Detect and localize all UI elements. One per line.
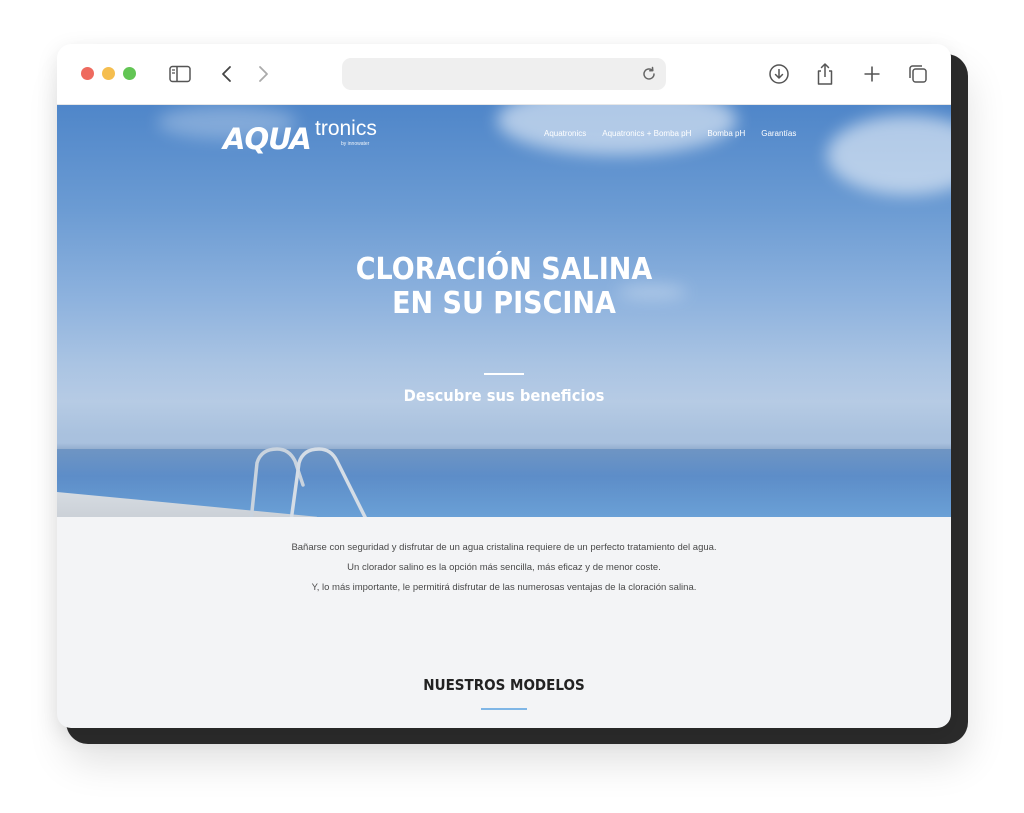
intro-paragraph: Bañarse con seguridad y disfrutar de un … (291, 542, 717, 553)
intro-paragraph: Un clorador salino es la opción más senc… (347, 562, 661, 573)
hero-banner: AQUA tronics by innowater Aquatronics Aq… (57, 105, 951, 517)
section-divider (481, 708, 527, 710)
browser-toolbar (57, 44, 951, 105)
section-title-models: NUESTROS MODELOS (423, 676, 585, 694)
cloud-shape (827, 115, 951, 195)
nav-link-aquatronics-bomba-ph[interactable]: Aquatronics + Bomba pH (602, 129, 691, 138)
hero-title: CLORACIÓN SALINA EN SU PISCINA (102, 253, 907, 321)
intro-text-block: Bañarse con seguridad y disfrutar de un … (57, 538, 951, 598)
address-bar[interactable] (342, 58, 666, 90)
nav-link-aquatronics[interactable]: Aquatronics (544, 129, 586, 138)
tabs-overview-icon[interactable] (905, 61, 931, 87)
screenshot-stage: AQUA tronics by innowater Aquatronics Aq… (0, 0, 1024, 813)
nav-link-garantias[interactable]: Garantías (761, 129, 796, 138)
pool-ladder-image (249, 447, 367, 517)
minimize-window-button[interactable] (102, 67, 115, 80)
close-window-button[interactable] (81, 67, 94, 80)
browser-window: AQUA tronics by innowater Aquatronics Aq… (57, 44, 951, 728)
reload-icon[interactable] (640, 65, 658, 83)
main-navigation: Aquatronics Aquatronics + Bomba pH Bomba… (544, 129, 796, 138)
zoom-window-button[interactable] (123, 67, 136, 80)
logo-primary-text: AQUA (223, 122, 312, 156)
logo-secondary-text: tronics (315, 117, 377, 140)
logo-tagline: by innowater (341, 141, 370, 147)
download-icon[interactable] (766, 61, 792, 87)
forward-icon[interactable] (250, 61, 276, 87)
share-icon[interactable] (812, 61, 838, 87)
sidebar-icon[interactable] (167, 61, 193, 87)
nav-link-bomba-ph[interactable]: Bomba pH (707, 129, 745, 138)
hero-divider (484, 373, 524, 375)
back-icon[interactable] (214, 61, 240, 87)
intro-paragraph: Y, lo más importante, le permitirá disfr… (311, 582, 697, 593)
hero-title-line-1: CLORACIÓN SALINA (355, 252, 653, 287)
new-tab-icon[interactable] (859, 61, 885, 87)
hero-subtitle-link[interactable]: Descubre sus beneficios (93, 386, 915, 405)
hero-title-line-2: EN SU PISCINA (392, 286, 616, 321)
